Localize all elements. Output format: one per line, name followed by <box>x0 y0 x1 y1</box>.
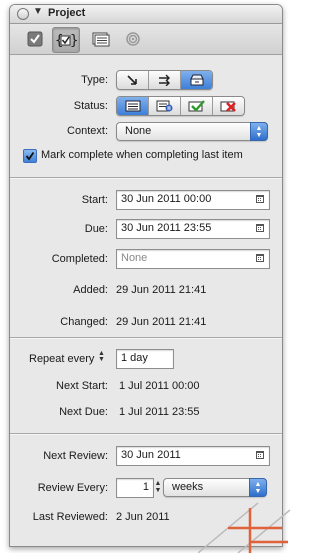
completed-date-field[interactable]: None <box>116 249 270 269</box>
tab-notes[interactable] <box>88 27 114 51</box>
review-unit-popup[interactable]: weeks ▲ ▼ <box>163 478 267 497</box>
active-icon <box>125 100 140 112</box>
dropped-icon <box>220 101 236 112</box>
status-on-hold-button[interactable] <box>149 97 181 115</box>
attachment-icon <box>126 32 140 46</box>
review-unit-value: weeks <box>172 481 204 493</box>
last-reviewed-value: 2 Jun 2011 <box>116 511 170 523</box>
context-popup[interactable]: None ▲ ▼ <box>116 122 268 141</box>
parallel-icon <box>158 74 170 86</box>
context-value: None <box>125 125 152 137</box>
calendar-icon[interactable] <box>256 195 264 203</box>
title-bar: ▼ Project <box>10 5 282 24</box>
next-start-value: 1 Jul 2011 00:00 <box>119 380 200 392</box>
context-label: Context: <box>67 125 108 137</box>
last-reviewed-label: Last Reviewed: <box>32 511 108 523</box>
status-dropped-button[interactable] <box>213 97 244 115</box>
notes-icon <box>92 32 110 47</box>
type-parallel-button[interactable] <box>149 71 181 89</box>
changed-value: 29 Jun 2011 21:41 <box>116 316 207 328</box>
due-date-field[interactable]: 30 Jun 2011 23:55 <box>116 219 270 239</box>
changed-label: Changed: <box>60 316 108 328</box>
repeat-interval-field[interactable]: 1 day <box>116 349 174 369</box>
divider <box>10 177 282 179</box>
single-action-icon <box>189 74 204 86</box>
review-every-value: 1 <box>142 481 149 493</box>
review-every-field[interactable]: 1 <box>116 478 154 498</box>
due-date-value: 30 Jun 2011 23:55 <box>121 222 212 234</box>
added-label: Added: <box>73 284 108 296</box>
braces-check-icon: { } <box>55 33 77 48</box>
start-date-value: 30 Jun 2011 00:00 <box>121 193 212 205</box>
type-single-action-button[interactable] <box>181 71 212 89</box>
repeat-type-stepper[interactable]: ▲ ▼ <box>97 350 106 365</box>
watermark-logo-icon <box>198 502 291 553</box>
status-segmented-control[interactable] <box>116 96 245 116</box>
next-review-label: Next Review: <box>43 450 108 462</box>
sequential-icon <box>126 75 137 85</box>
close-icon[interactable] <box>17 8 29 20</box>
review-every-stepper[interactable]: ▲ ▼ <box>154 478 162 496</box>
start-date-field[interactable]: 30 Jun 2011 00:00 <box>116 190 270 210</box>
next-review-field[interactable]: 30 Jun 2011 <box>116 446 270 466</box>
popup-arrows-icon: ▲ ▼ <box>250 122 268 141</box>
on-hold-icon <box>156 100 172 112</box>
review-every-label: Review Every: <box>37 482 108 494</box>
next-review-value: 30 Jun 2011 <box>121 449 181 461</box>
status-active-button[interactable] <box>117 97 149 115</box>
svg-text:}: } <box>70 33 77 48</box>
start-label: Start: <box>81 194 108 206</box>
mark-complete-checkbox[interactable] <box>23 149 37 163</box>
repeat-interval-value: 1 day <box>121 352 148 364</box>
due-label: Due: <box>84 223 108 235</box>
calendar-icon[interactable] <box>256 451 264 459</box>
divider <box>10 433 282 435</box>
checkbox-icon <box>27 31 43 47</box>
popup-arrows-icon: ▲ ▼ <box>249 478 267 497</box>
status-completed-button[interactable] <box>181 97 213 115</box>
tab-project-info[interactable]: { } <box>52 27 80 53</box>
completed-icon <box>188 100 205 112</box>
next-due-label: Next Due: <box>59 406 108 418</box>
inspector-panel: ▼ Project { } <box>9 4 283 547</box>
mark-complete-label: Mark complete when completing last item <box>41 149 243 161</box>
repeat-label: Repeat every <box>29 353 95 365</box>
window-title: Project <box>48 7 86 19</box>
checkmark-icon <box>25 151 35 161</box>
calendar-icon[interactable] <box>256 224 264 232</box>
inspector-tab-bar: { } <box>10 24 282 55</box>
calendar-icon[interactable] <box>256 254 264 262</box>
type-label: Type: <box>81 74 108 86</box>
added-value: 29 Jun 2011 21:41 <box>116 284 207 296</box>
divider <box>10 337 282 339</box>
status-label: Status: <box>73 100 108 112</box>
next-due-value: 1 Jul 2011 23:55 <box>119 406 200 418</box>
type-segmented-control[interactable] <box>116 70 213 90</box>
completed-date-placeholder: None <box>121 252 148 264</box>
type-sequential-button[interactable] <box>117 71 149 89</box>
tab-checkbox[interactable] <box>22 27 48 51</box>
next-start-label: Next Start: <box>56 380 108 392</box>
tab-attachments[interactable] <box>120 27 146 51</box>
completed-label: Completed: <box>51 253 108 265</box>
disclosure-triangle-icon[interactable]: ▼ <box>33 6 43 17</box>
